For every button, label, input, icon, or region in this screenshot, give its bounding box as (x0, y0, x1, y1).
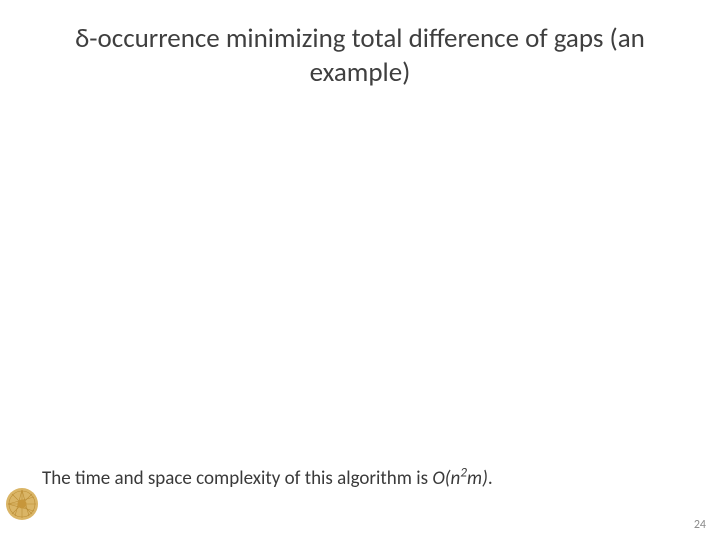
bigO-open: O(n (432, 467, 460, 490)
complexity-suffix: . (488, 467, 493, 490)
university-seal-icon (4, 486, 40, 522)
complexity-prefix: The time and space complexity of this al… (42, 467, 432, 490)
bigO-close: m) (467, 467, 488, 490)
page-number: 24 (694, 518, 706, 532)
slide-title: δ-occurrence minimizing total difference… (50, 22, 670, 90)
complexity-statement: The time and space complexity of this al… (42, 467, 493, 490)
slide: δ-occurrence minimizing total difference… (0, 0, 720, 540)
